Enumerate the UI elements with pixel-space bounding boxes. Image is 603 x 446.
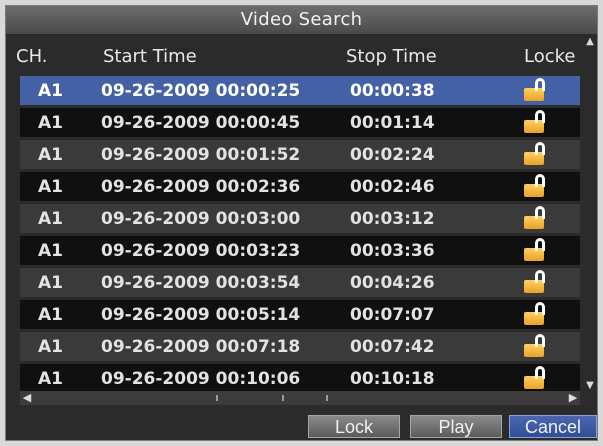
channel-cell: A1	[38, 209, 63, 229]
table-row[interactable]: A1 09-26-2009 00:03:54 00:04:26	[20, 268, 580, 297]
start-time-cell: 09-26-2009 00:03:00	[101, 209, 301, 229]
scroll-track-mark	[326, 395, 328, 401]
channel-cell: A1	[38, 177, 63, 197]
stop-time-cell: 00:04:26	[350, 273, 435, 293]
start-time-cell: 09-26-2009 00:03:23	[101, 241, 301, 261]
start-time-cell: 09-26-2009 00:07:18	[101, 337, 301, 357]
scroll-left-icon[interactable]: ◀	[20, 391, 34, 405]
scroll-down-icon[interactable]: ▼	[584, 380, 596, 392]
table-row[interactable]: A1 09-26-2009 00:03:23 00:03:36	[20, 236, 580, 265]
start-time-cell: 09-26-2009 00:00:25	[101, 81, 301, 101]
start-time-cell: 09-26-2009 00:00:45	[101, 113, 301, 133]
stop-time-cell: 00:03:12	[350, 209, 435, 229]
start-time-cell: 09-26-2009 00:05:14	[101, 305, 301, 325]
scroll-track-mark	[216, 395, 218, 401]
scroll-right-icon[interactable]: ▶	[566, 391, 580, 405]
cancel-button[interactable]: Cancel	[509, 415, 597, 438]
stop-time-cell: 00:02:46	[350, 177, 435, 197]
channel-cell: A1	[38, 81, 63, 101]
play-button[interactable]: Play	[410, 415, 502, 438]
stop-time-cell: 00:00:38	[350, 81, 435, 101]
unlock-icon[interactable]	[524, 142, 550, 166]
unlock-icon[interactable]	[524, 270, 550, 294]
stop-time-cell: 00:07:42	[350, 337, 435, 357]
table-header: CH. Start Time Stop Time Locke	[6, 39, 597, 75]
table-row[interactable]: A1 09-26-2009 00:10:06 00:10:18	[20, 364, 580, 393]
channel-cell: A1	[38, 241, 63, 261]
channel-cell: A1	[38, 145, 63, 165]
column-header-ch[interactable]: CH.	[16, 46, 48, 67]
start-time-cell: 09-26-2009 00:02:36	[101, 177, 301, 197]
table-row[interactable]: A1 09-26-2009 00:02:36 00:02:46	[20, 172, 580, 201]
table-row[interactable]: A1 09-26-2009 00:00:45 00:01:14	[20, 108, 580, 137]
stop-time-cell: 00:07:07	[350, 305, 435, 325]
unlock-icon[interactable]	[524, 302, 550, 326]
stop-time-cell: 00:01:14	[350, 113, 435, 133]
table-row[interactable]: A1 09-26-2009 00:01:52 00:02:24	[20, 140, 580, 169]
channel-cell: A1	[38, 113, 63, 133]
table-row[interactable]: A1 09-26-2009 00:03:00 00:03:12	[20, 204, 580, 233]
channel-cell: A1	[38, 273, 63, 293]
column-header-start-time[interactable]: Start Time	[103, 46, 197, 67]
window-title: Video Search	[6, 6, 597, 34]
scroll-track-mark	[282, 395, 284, 401]
stop-time-cell: 00:02:24	[350, 145, 435, 165]
unlock-icon[interactable]	[524, 238, 550, 262]
lock-button[interactable]: Lock	[308, 415, 400, 438]
unlock-icon[interactable]	[524, 78, 550, 102]
unlock-icon[interactable]	[524, 366, 550, 390]
video-search-window: Video Search CH. Start Time Stop Time Lo…	[5, 5, 598, 441]
table-row[interactable]: A1 09-26-2009 00:07:18 00:07:42	[20, 332, 580, 361]
recording-list: A1 09-26-2009 00:00:25 00:00:38 A1 09-26…	[20, 76, 580, 394]
stop-time-cell: 00:10:18	[350, 369, 435, 389]
stop-time-cell: 00:03:36	[350, 241, 435, 261]
scroll-up-icon[interactable]: ▲	[584, 36, 596, 48]
table-row[interactable]: A1 09-26-2009 00:05:14 00:07:07	[20, 300, 580, 329]
column-header-stop-time[interactable]: Stop Time	[346, 46, 437, 67]
start-time-cell: 09-26-2009 00:10:06	[101, 369, 301, 389]
start-time-cell: 09-26-2009 00:03:54	[101, 273, 301, 293]
table-row[interactable]: A1 09-26-2009 00:00:25 00:00:38	[20, 76, 580, 105]
unlock-icon[interactable]	[524, 174, 550, 198]
start-time-cell: 09-26-2009 00:01:52	[101, 145, 301, 165]
channel-cell: A1	[38, 337, 63, 357]
unlock-icon[interactable]	[524, 110, 550, 134]
column-header-locked[interactable]: Locke	[524, 46, 575, 67]
vertical-scrollbar[interactable]: ▲ ▼	[584, 36, 596, 392]
unlock-icon[interactable]	[524, 334, 550, 358]
channel-cell: A1	[38, 369, 63, 389]
horizontal-scrollbar[interactable]: ◀ ▶	[20, 391, 580, 405]
unlock-icon[interactable]	[524, 206, 550, 230]
channel-cell: A1	[38, 305, 63, 325]
